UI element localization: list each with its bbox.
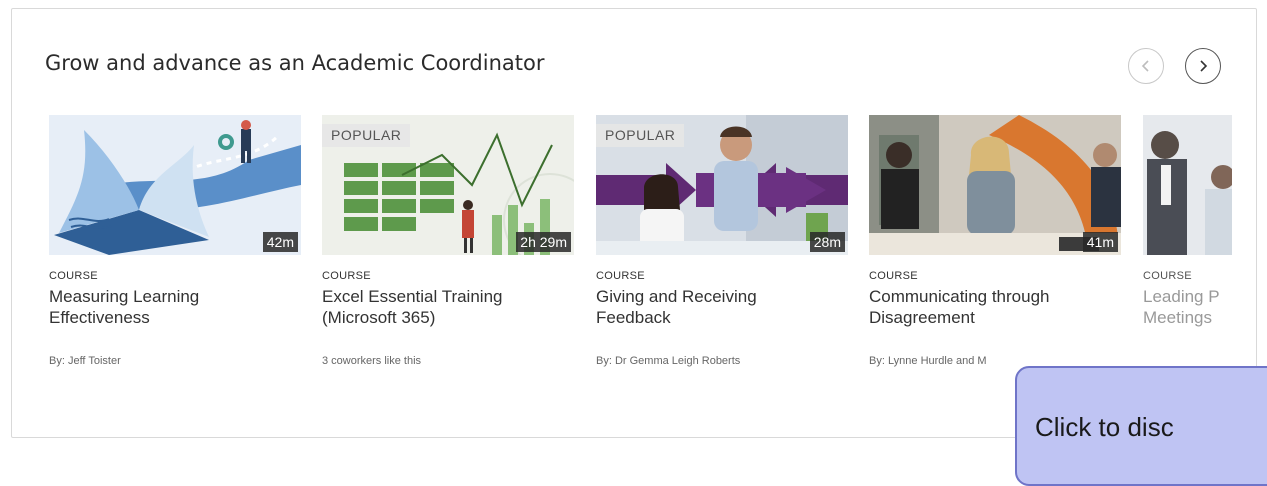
content-type-label: COURSE [49, 270, 98, 282]
content-type-label: COURSE [869, 270, 918, 282]
popular-badge: POPULAR [596, 124, 685, 147]
chevron-right-icon [1200, 60, 1208, 72]
course-card[interactable]: POPULAR 28m COURSE Giving and Receiving … [596, 115, 848, 395]
course-card[interactable]: COURSE Leading P Meetings [1143, 115, 1232, 395]
duration-badge: 2h 29m [516, 232, 571, 252]
duration-badge: 28m [809, 232, 845, 252]
carousel-next-button[interactable] [1185, 48, 1221, 84]
course-thumbnail: 41m [869, 115, 1121, 255]
course-card[interactable]: 42m COURSE Measuring Learning Effectiven… [49, 115, 301, 395]
course-card[interactable]: POPULAR 2h 29m COURSE Excel Essential Tr… [322, 115, 574, 395]
popular-badge: POPULAR [322, 124, 411, 147]
social-proof-text: 3 coworkers like this [322, 355, 422, 367]
course-card[interactable]: 41m COURSE Communicating through Disagre… [869, 115, 1121, 395]
course-carousel: 42m COURSE Measuring Learning Effectiven… [49, 115, 1232, 395]
course-byline: By: Dr Gemma Leigh Roberts [596, 355, 741, 367]
course-title[interactable]: Giving and Receiving Feedback [596, 286, 836, 328]
course-thumbnail [1143, 115, 1232, 255]
course-thumbnail: POPULAR 2h 29m [322, 115, 574, 255]
section-title: Grow and advance as an Academic Coordina… [45, 51, 545, 75]
chevron-left-icon [1141, 60, 1149, 72]
popup-text: Click to disc [1035, 412, 1174, 442]
course-thumbnail: POPULAR 28m [596, 115, 848, 255]
duration-badge: 41m [1082, 232, 1118, 252]
course-title[interactable]: Communicating through Disagreement [869, 286, 1109, 328]
duration-badge: 42m [262, 232, 298, 252]
content-type-label: COURSE [1143, 270, 1192, 282]
course-title[interactable]: Measuring Learning Effectiveness [49, 286, 289, 328]
course-thumbnail: 42m [49, 115, 301, 255]
course-title[interactable]: Leading P Meetings [1143, 286, 1232, 328]
discover-popup[interactable]: Click to disc [1015, 366, 1267, 486]
meetings-photo [1143, 115, 1232, 255]
course-byline: By: Lynne Hurdle and M [869, 355, 987, 367]
course-byline: By: Jeff Toister [49, 355, 121, 367]
content-type-label: COURSE [322, 270, 371, 282]
content-type-label: COURSE [596, 270, 645, 282]
carousel-prev-button[interactable] [1128, 48, 1164, 84]
course-title[interactable]: Excel Essential Training (Microsoft 365) [322, 286, 562, 328]
